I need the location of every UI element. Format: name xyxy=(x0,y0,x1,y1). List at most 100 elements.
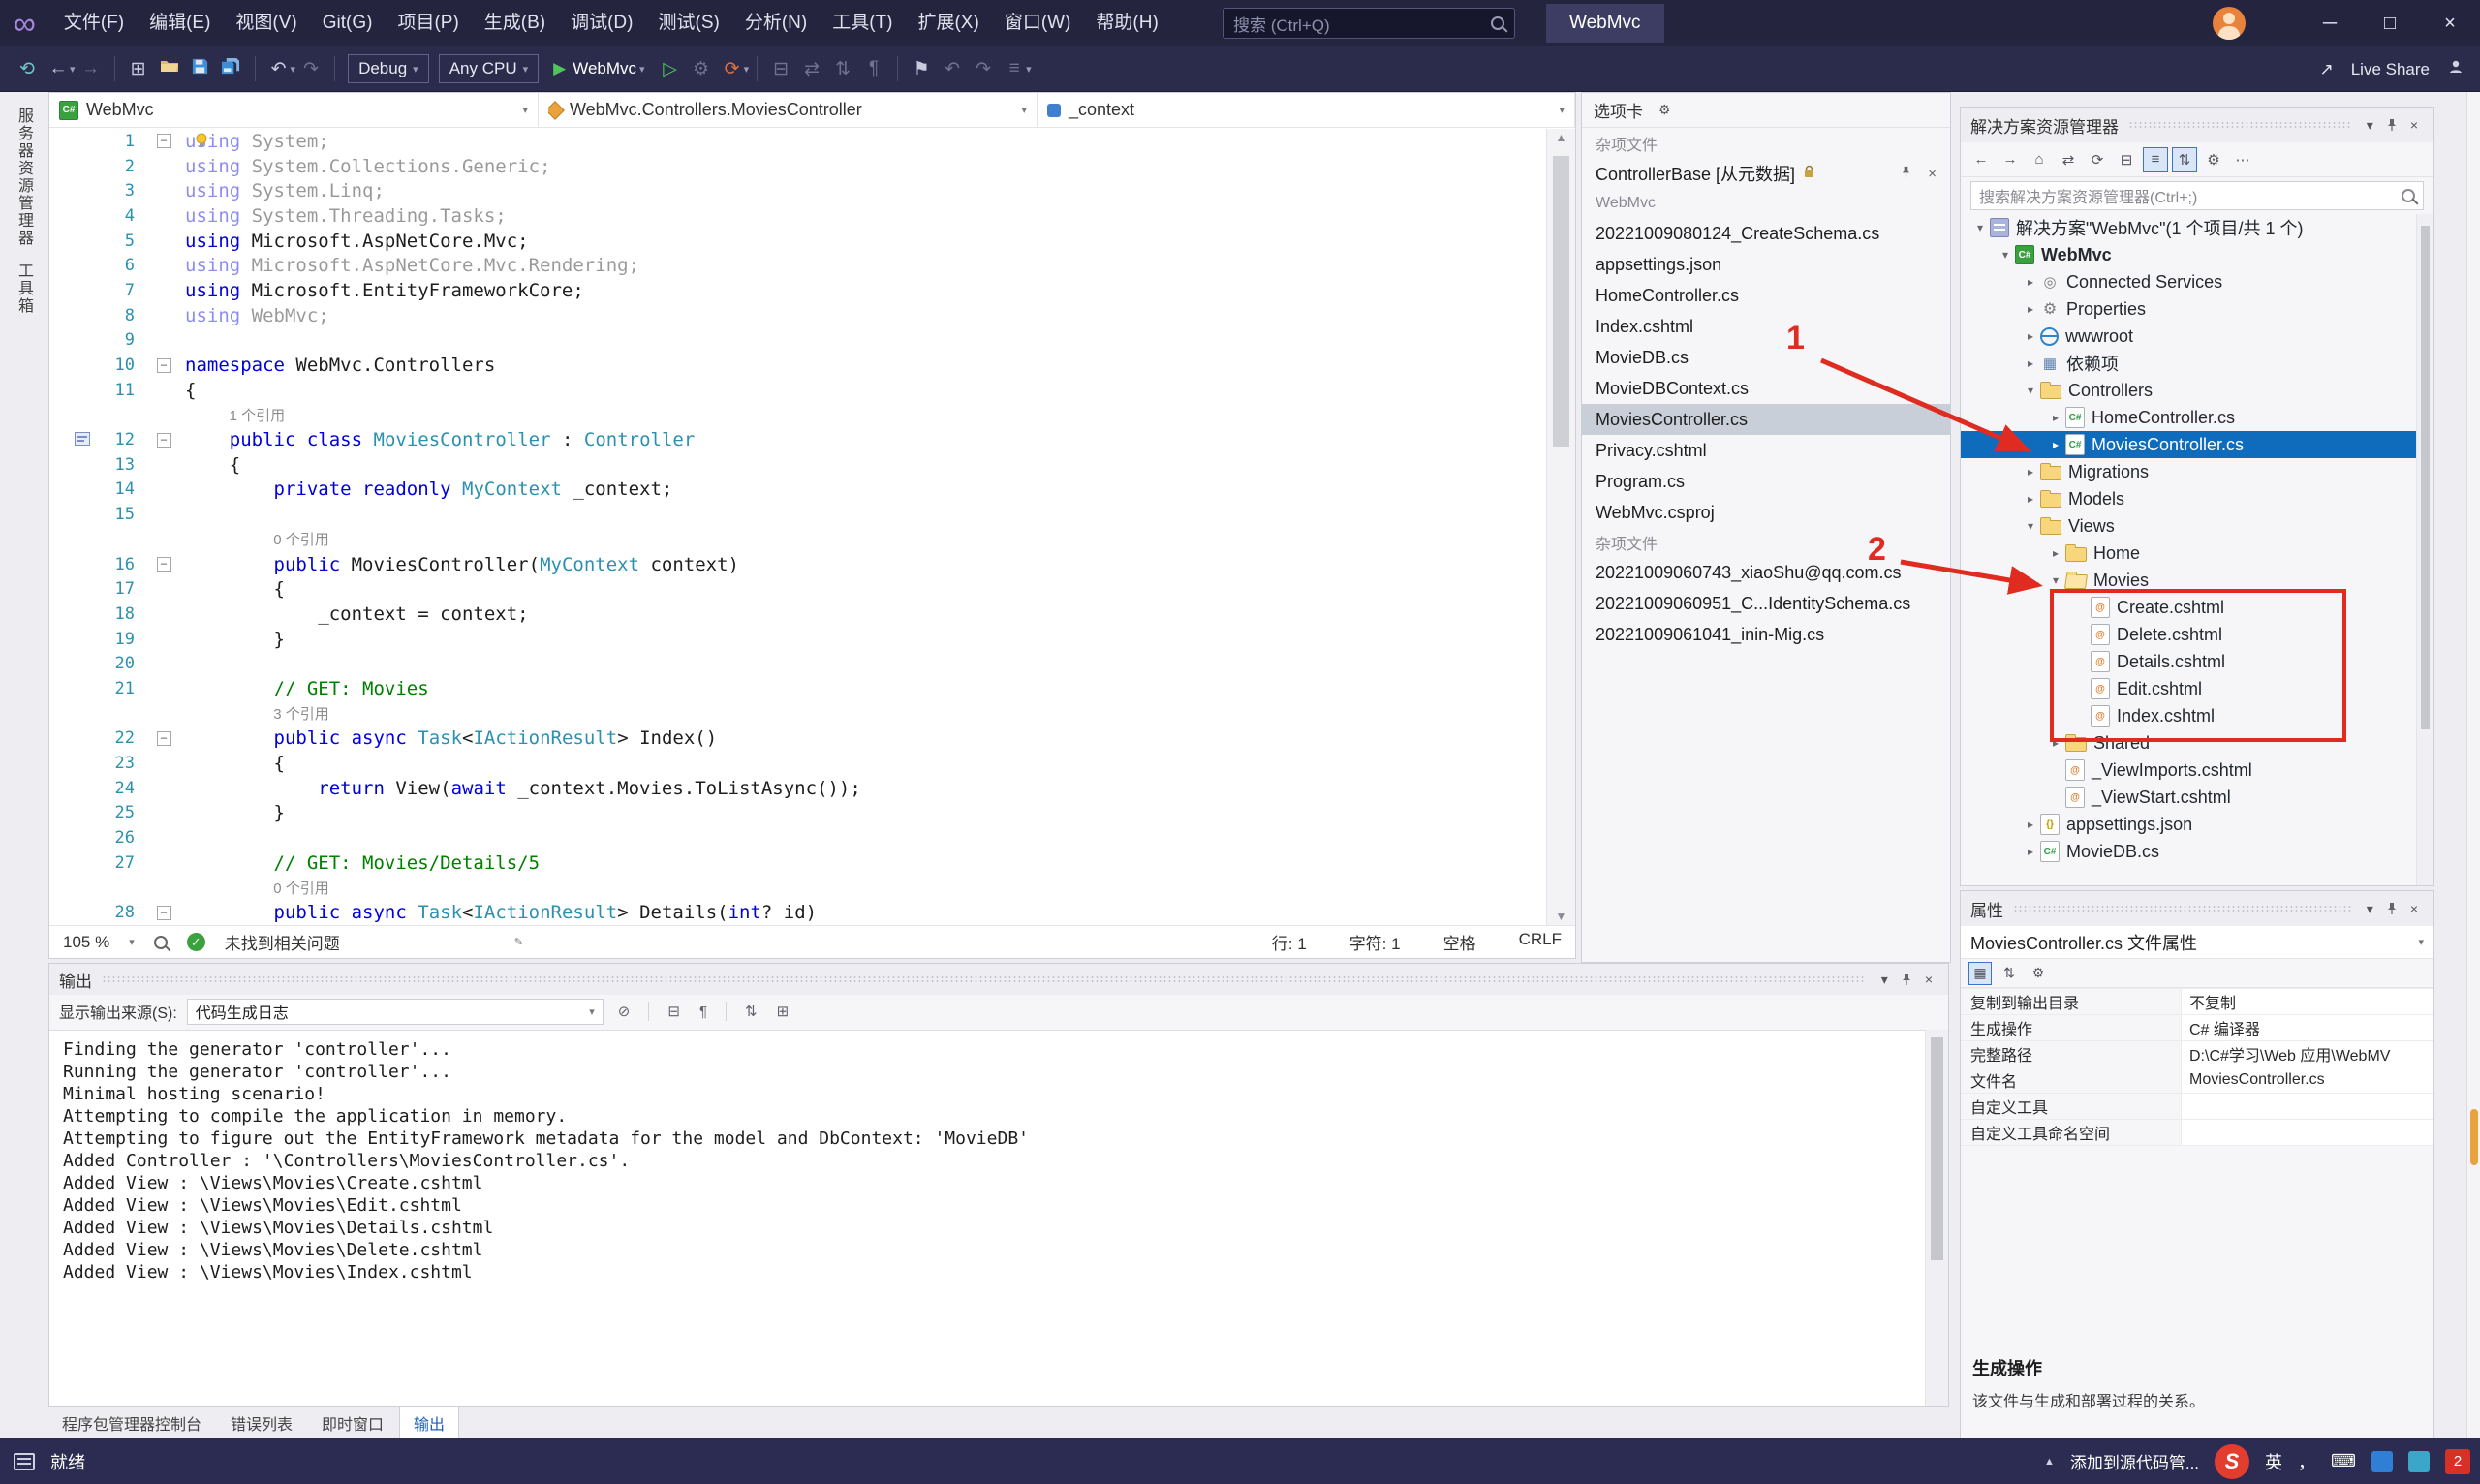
tree-item[interactable]: ▸ C# HomeController.cs xyxy=(1961,404,2416,431)
bookmark-icon[interactable]: ⚑ xyxy=(906,58,937,80)
panel-drag-area[interactable] xyxy=(2013,905,2351,912)
close-icon[interactable]: × xyxy=(2404,117,2424,133)
goto-message-icon[interactable]: ⊞ xyxy=(772,1003,794,1020)
maximize-button[interactable]: □ xyxy=(2360,0,2420,46)
fold-marker-icon[interactable]: − xyxy=(156,134,171,149)
home-icon[interactable]: ⌂ xyxy=(2027,147,2052,172)
code-line[interactable]: 23 { xyxy=(49,751,1546,776)
code-line[interactable]: 3 using System.Linq; xyxy=(49,178,1546,203)
document-list-item[interactable]: Index.cshtml xyxy=(1582,311,1950,342)
autoscroll-icon[interactable]: ⇅ xyxy=(740,1003,762,1020)
live-share-label[interactable]: Live Share xyxy=(2351,60,2430,79)
add-to-source-control[interactable]: 添加到源代码管... xyxy=(2070,1449,2199,1473)
word-wrap-icon[interactable]: ¶ xyxy=(695,1004,712,1020)
chevron-down-icon[interactable]: ▾ xyxy=(1876,972,1894,988)
debug-configuration-select[interactable]: Debug ▾ xyxy=(348,54,429,83)
scrollbar-thumb[interactable] xyxy=(2421,226,2430,729)
tree-item[interactable]: @ Details.cshtml xyxy=(1961,648,2416,675)
document-list-item[interactable]: ControllerBase [从元数据] × xyxy=(1582,158,1950,189)
find-in-files-icon[interactable]: ⊟ xyxy=(765,58,796,80)
navigate-symbols-icon[interactable]: ⇄ xyxy=(796,58,827,80)
menu-item[interactable]: 测试(S) xyxy=(646,0,732,46)
gear-icon[interactable]: ⚙ xyxy=(1653,102,1677,118)
categorized-toggle[interactable]: ▦ xyxy=(1968,961,1992,985)
tool-tab-item[interactable]: 错误列表 xyxy=(217,1407,306,1439)
expander-icon[interactable]: ▾ xyxy=(2046,573,2065,587)
code-line[interactable]: 11 { xyxy=(49,378,1546,403)
pin-icon[interactable] xyxy=(2379,902,2404,915)
code-line[interactable]: 1− using System; xyxy=(49,129,1546,154)
panel-drag-area[interactable] xyxy=(102,975,1866,983)
codelens-references[interactable]: 0 个引用 xyxy=(185,529,329,549)
solution-search-box[interactable]: 搜索解决方案资源管理器(Ctrl+;) xyxy=(1970,181,2424,210)
expander-icon[interactable]: ▸ xyxy=(2046,546,2065,560)
fold-marker-icon[interactable]: − xyxy=(156,557,171,572)
member-dropdown[interactable]: _context ▾ xyxy=(1038,93,1575,127)
tree-item[interactable]: ▸ ⚙ Properties xyxy=(1961,295,2416,323)
close-icon[interactable]: × xyxy=(1919,972,1938,987)
find-message-icon[interactable]: ⊘ xyxy=(613,1003,636,1020)
sync-with-active-document-toggle[interactable]: ⇅ xyxy=(2172,146,2197,172)
feedback-icon[interactable] xyxy=(2447,58,2464,80)
tree-item[interactable]: ▸ C# MoviesController.cs xyxy=(1961,431,2416,458)
code-line[interactable]: 15 xyxy=(49,502,1546,527)
tree-item[interactable]: ▸ C# MovieDB.cs xyxy=(1961,838,2416,865)
expander-icon[interactable]: ▸ xyxy=(2021,845,2040,858)
document-list-item[interactable]: MovieDBContext.cs xyxy=(1582,373,1950,404)
codelens-references[interactable]: 3 个引用 xyxy=(185,703,329,724)
next-bookmark-icon[interactable]: ↷ xyxy=(968,58,999,80)
fold-marker-icon[interactable]: − xyxy=(156,730,171,746)
tree-item[interactable]: ▾ Views xyxy=(1961,512,2416,540)
expander-icon[interactable]: ▾ xyxy=(2021,384,2040,397)
scrollbar-thumb[interactable] xyxy=(1931,1037,1943,1260)
platform-select[interactable]: Any CPU ▾ xyxy=(438,54,540,83)
scroll-up-icon[interactable]: ▲ xyxy=(1547,131,1575,144)
fold-margin[interactable]: − xyxy=(142,557,185,572)
project-dropdown[interactable]: C# WebMvc ▾ xyxy=(49,93,539,127)
panel-drag-area[interactable] xyxy=(2128,121,2351,129)
code-line[interactable]: 4 using System.Threading.Tasks; xyxy=(49,203,1546,229)
expander-icon[interactable]: ▸ xyxy=(2046,411,2065,424)
property-row[interactable]: 自定义工具 xyxy=(1961,1094,2434,1120)
menu-item[interactable]: 窗口(W) xyxy=(992,0,1084,46)
keyboard-icon[interactable]: ⌨ xyxy=(2331,1451,2356,1471)
property-value[interactable]: MoviesController.cs xyxy=(2182,1067,2434,1093)
chevron-down-icon[interactable]: ▾ xyxy=(2361,117,2379,134)
tools-icon[interactable]: ⚙ xyxy=(2201,147,2226,172)
code-line[interactable]: 16 − public MoviesController(MyContext co… xyxy=(49,552,1546,577)
property-value[interactable]: 不复制 xyxy=(2182,989,2434,1014)
clear-all-icon[interactable]: ⊟ xyxy=(663,1003,685,1020)
alphabetical-toggle[interactable]: ⇅ xyxy=(1998,962,2021,985)
fold-margin[interactable]: − xyxy=(142,905,185,920)
fold-margin[interactable]: − xyxy=(142,134,185,149)
property-value[interactable] xyxy=(2182,1120,2434,1145)
codelens-references[interactable]: 1 个引用 xyxy=(185,405,286,425)
menu-item[interactable]: Git(G) xyxy=(310,0,386,46)
document-list-item[interactable]: Program.cs xyxy=(1582,466,1950,497)
document-list-item[interactable]: 20221009060951_C...IdentitySchema.cs xyxy=(1582,588,1950,619)
expander-icon[interactable]: ▸ xyxy=(2021,492,2040,506)
code-line[interactable]: 13 { xyxy=(49,452,1546,478)
health-indicator-icon[interactable] xyxy=(153,935,168,949)
fold-marker-icon[interactable]: − xyxy=(156,905,171,920)
expander-icon[interactable]: ▸ xyxy=(2021,465,2040,479)
document-list-item[interactable]: WebMvc.csproj xyxy=(1582,497,1950,528)
expander-icon[interactable]: ▸ xyxy=(2021,356,2040,370)
expander-icon[interactable]: ▸ xyxy=(2021,275,2040,289)
expander-icon[interactable]: ▸ xyxy=(2021,818,2040,831)
code-line[interactable]: 27 // GET: Movies/Details/5 xyxy=(49,850,1546,876)
hot-reload-caret-icon[interactable]: ▾ xyxy=(744,63,750,76)
save-icon[interactable] xyxy=(185,57,216,81)
code-line[interactable]: 9 xyxy=(49,328,1546,354)
menu-item[interactable]: 文件(F) xyxy=(51,0,137,46)
uncomment-icon[interactable]: ¶ xyxy=(858,58,889,79)
document-list-item[interactable]: 20221009061041_inin-Mig.cs xyxy=(1582,619,1950,650)
code-line[interactable]: 6 using Microsoft.AspNetCore.Mvc.Renderin… xyxy=(49,253,1546,278)
close-icon[interactable]: × xyxy=(2404,901,2424,916)
active-document-pill[interactable]: WebMvc xyxy=(1546,4,1664,43)
code-line[interactable]: 19 } xyxy=(49,627,1546,652)
property-row[interactable]: 复制到输出目录 不复制 xyxy=(1961,989,2434,1015)
tree-item[interactable]: @ _ViewStart.cshtml xyxy=(1961,784,2416,811)
toolbox-vertical-tab[interactable]: 工具箱 xyxy=(14,263,35,315)
code-line[interactable]: 17 { xyxy=(49,576,1546,602)
